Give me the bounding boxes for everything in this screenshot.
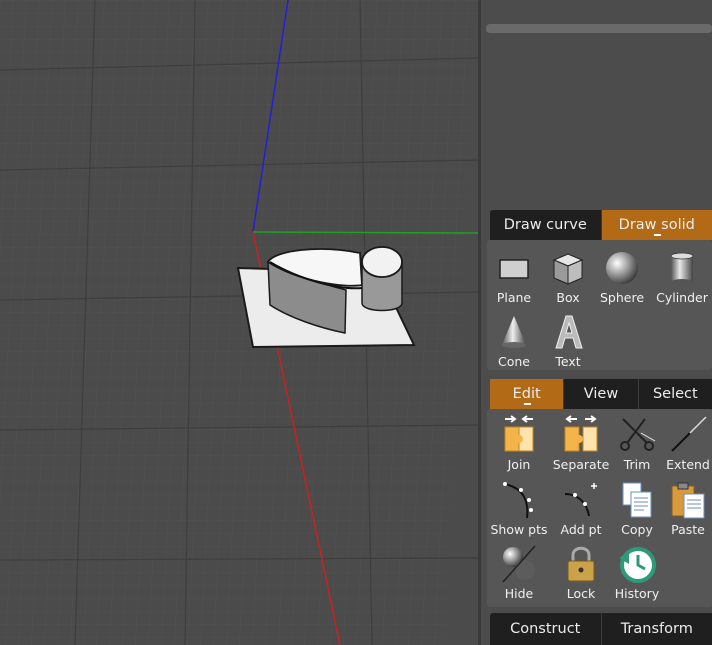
draw-tabbar: Draw curve Draw solid — [490, 210, 712, 240]
tool-label: Paste — [671, 522, 705, 537]
tool-label: Separate — [552, 457, 610, 472]
tool-label: Extend — [666, 457, 710, 472]
box-icon — [552, 253, 584, 285]
plane-icon — [499, 259, 529, 279]
scissors-icon — [620, 418, 656, 451]
tool-label: Lock — [566, 586, 596, 601]
copy-icon — [622, 482, 652, 518]
cylinder-icon — [670, 252, 694, 285]
separate-icon — [564, 415, 598, 452]
tool-label: Add pt — [560, 522, 602, 537]
panel-scrollbar[interactable] — [486, 24, 712, 33]
show-points-button[interactable]: Show pts — [489, 480, 549, 537]
tool-label: Show pts — [490, 522, 548, 537]
tab-view[interactable]: View — [564, 379, 639, 409]
tab-transform[interactable]: Transform — [602, 613, 712, 645]
tool-label: Cylinder — [656, 290, 708, 305]
add-point-icon — [564, 483, 597, 517]
sphere-button[interactable]: Sphere — [592, 248, 652, 305]
box-button[interactable]: Box — [538, 248, 598, 305]
show-points-icon — [503, 482, 533, 519]
tab-select[interactable]: Select — [639, 379, 712, 409]
history-button[interactable]: History — [607, 544, 667, 601]
add-point-button[interactable]: Add pt — [551, 480, 611, 537]
text-icon — [555, 315, 583, 349]
tab-draw-curve[interactable]: Draw curve — [490, 210, 602, 240]
extend-icon — [671, 416, 707, 452]
cone-button[interactable]: Cone — [484, 312, 544, 369]
extend-button[interactable]: Extend — [658, 415, 712, 472]
tool-label: History — [614, 586, 660, 601]
tool-label: Hide — [504, 586, 534, 601]
tool-label: Cone — [498, 354, 530, 369]
text-button[interactable]: Text — [538, 312, 598, 369]
tab-construct[interactable]: Construct — [490, 613, 602, 645]
edit-tools: Join Separate Trim Extend Show pts Add p… — [487, 409, 712, 607]
draw-solid-tools: Plane Box Sphere Cylinder Cone Text — [487, 240, 712, 370]
hide-button[interactable]: Hide — [489, 544, 549, 601]
tool-label: Box — [556, 290, 580, 305]
tool-label: Plane — [496, 290, 532, 305]
tab-draw-solid[interactable]: Draw solid — [601, 210, 712, 240]
bottom-tabbar: Construct Transform — [490, 613, 712, 645]
sphere-icon — [606, 252, 638, 284]
y-axis — [252, 231, 478, 234]
join-button[interactable]: Join — [489, 415, 549, 472]
paste-icon — [671, 482, 705, 519]
paste-button[interactable]: Paste — [658, 480, 712, 537]
tool-label: Sphere — [599, 290, 645, 305]
cylinder-button[interactable]: Cylinder — [652, 248, 712, 305]
edit-tabbar: Edit View Select — [490, 379, 712, 409]
viewport-canvas[interactable] — [0, 0, 478, 645]
tab-edit[interactable]: Edit — [490, 379, 565, 409]
separate-button[interactable]: Separate — [551, 415, 611, 472]
join-icon — [504, 415, 534, 452]
history-icon — [619, 547, 656, 583]
3d-viewport[interactable] — [0, 0, 478, 645]
hide-icon — [502, 545, 536, 583]
lock-icon — [567, 546, 595, 582]
cone-icon — [502, 316, 526, 348]
lock-button[interactable]: Lock — [551, 544, 611, 601]
plane-button[interactable]: Plane — [484, 248, 544, 305]
tool-label: Text — [555, 354, 581, 369]
tool-label: Join — [507, 457, 531, 472]
